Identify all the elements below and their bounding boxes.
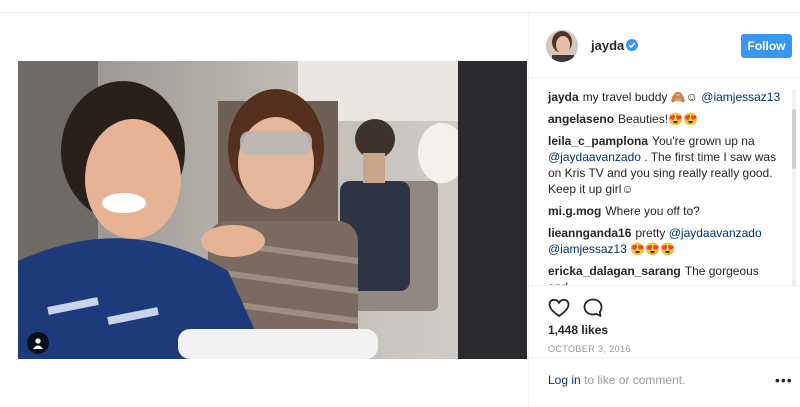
comment-author[interactable]: leila_c_pamplona bbox=[548, 134, 648, 148]
comment-text: You're grown up na bbox=[652, 134, 755, 148]
comment-item: mi.g.mog Where you off to? bbox=[529, 203, 791, 219]
avatar-image bbox=[546, 30, 578, 62]
media-column bbox=[0, 13, 540, 406]
post-header: jayda Follow bbox=[529, 13, 800, 78]
comment-item: angelaseno Beauties!😍😍 bbox=[529, 111, 791, 127]
more-options-icon[interactable]: ••• bbox=[775, 372, 793, 388]
comment-mention[interactable]: @iamjessaz13 bbox=[548, 242, 627, 256]
comments-list[interactable]: jayda my travel buddy 🙈☺ @iamjessaz13 ang… bbox=[529, 89, 791, 285]
comment-author[interactable]: angelaseno bbox=[548, 112, 614, 126]
verified-badge-icon bbox=[626, 39, 638, 51]
comment-author[interactable]: lieannganda16 bbox=[548, 226, 631, 240]
comment-author[interactable]: jayda bbox=[548, 90, 579, 104]
comment-text: pretty bbox=[635, 226, 669, 240]
post-footer: Log in to like or comment. ••• bbox=[529, 357, 800, 407]
photo-illustration bbox=[18, 61, 527, 359]
comment-item: lieannganda16 pretty @jaydaavanzado @iamj… bbox=[529, 225, 791, 257]
login-link[interactable]: Log in bbox=[548, 373, 581, 387]
comments-scrollbar[interactable] bbox=[792, 89, 796, 285]
comment-author[interactable]: mi.g.mog bbox=[548, 204, 601, 218]
comment-text: Where you off to? bbox=[605, 204, 700, 218]
login-prompt: Log in to like or comment. bbox=[548, 373, 685, 387]
comment-mention[interactable]: @jaydaavanzado bbox=[548, 150, 641, 164]
heart-icon[interactable] bbox=[547, 296, 571, 320]
post-date: OCTOBER 3, 2016 bbox=[548, 344, 631, 354]
likes-count[interactable]: 1,448 likes bbox=[548, 323, 608, 337]
post-username[interactable]: jayda bbox=[591, 38, 624, 53]
user-tag-icon[interactable] bbox=[27, 332, 49, 354]
comment-text: Beauties!😍😍 bbox=[618, 112, 698, 126]
follow-button[interactable]: Follow bbox=[741, 34, 792, 58]
comment-mention[interactable]: @jaydaavanzado bbox=[669, 226, 762, 240]
comment-text: my travel buddy 🙈☺ bbox=[582, 90, 702, 104]
post-sidebar: jayda Follow jayda my travel buddy 🙈☺ @ia… bbox=[528, 13, 800, 406]
comment-item: ericka_dalagan_sarangThe gorgeous and bbox=[529, 263, 791, 285]
post-photo[interactable] bbox=[18, 61, 527, 359]
scrollbar-thumb[interactable] bbox=[792, 109, 796, 169]
checkmark-icon bbox=[628, 42, 636, 48]
comment-author[interactable]: ericka_dalagan_sarang bbox=[548, 264, 681, 278]
login-prompt-text: to like or comment. bbox=[580, 373, 686, 387]
comment-mention[interactable]: @iamjessaz13 bbox=[701, 90, 780, 104]
user-silhouette-icon bbox=[33, 338, 43, 349]
post-actions: 1,448 likes OCTOBER 3, 2016 bbox=[529, 285, 800, 366]
post-card: jayda Follow jayda my travel buddy 🙈☺ @ia… bbox=[0, 12, 800, 406]
comment-item: leila_c_pamplona You're grown up na @jayd… bbox=[529, 133, 791, 197]
avatar[interactable] bbox=[546, 30, 578, 62]
comment-item: jayda my travel buddy 🙈☺ @iamjessaz13 bbox=[529, 89, 791, 105]
comment-bubble-icon[interactable] bbox=[581, 296, 605, 320]
comment-text: 😍😍😍 bbox=[626, 242, 676, 256]
